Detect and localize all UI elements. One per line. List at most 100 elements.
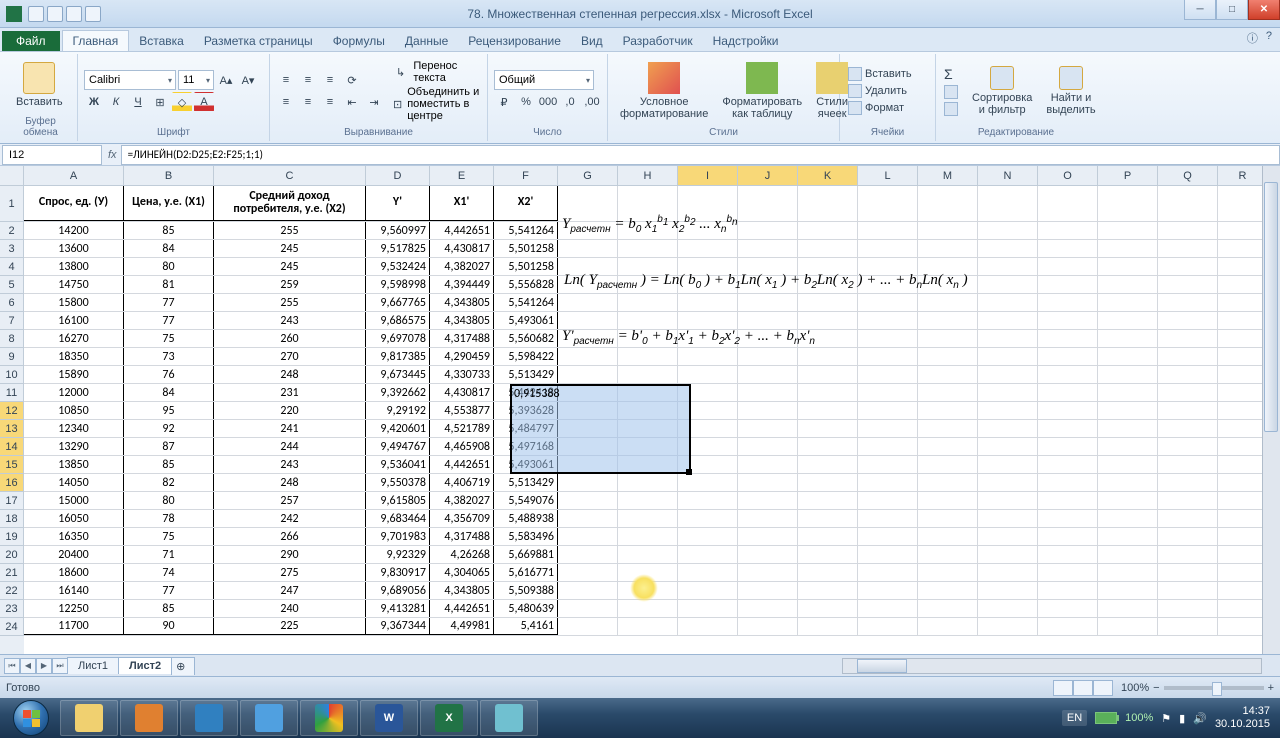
cell[interactable] [1158, 546, 1218, 563]
col-header-E[interactable]: E [430, 166, 494, 185]
cell[interactable] [918, 420, 978, 437]
cell[interactable] [1038, 492, 1098, 509]
formula-bar[interactable]: =ЛИНЕЙН(D2:D25;E2:F25;1;1) [121, 145, 1280, 165]
cell[interactable]: 4,430817 [430, 384, 494, 401]
cell[interactable] [798, 546, 858, 563]
cell[interactable]: 5,509388 [494, 582, 558, 599]
cell[interactable]: 4,343805 [430, 312, 494, 329]
cell[interactable] [978, 564, 1038, 581]
cell[interactable] [1158, 402, 1218, 419]
fx-button[interactable]: fx [108, 149, 117, 161]
cell[interactable] [1038, 600, 1098, 617]
cell[interactable]: 92 [124, 420, 214, 437]
row-header-13[interactable]: 13 [0, 420, 24, 438]
cell[interactable]: 85 [124, 222, 214, 239]
cell[interactable]: 11700 [24, 618, 124, 635]
cell[interactable] [918, 618, 978, 635]
col-header-D[interactable]: D [366, 166, 430, 185]
cell[interactable] [798, 312, 858, 329]
tray-language[interactable]: EN [1062, 710, 1087, 726]
col-header-N[interactable]: N [978, 166, 1038, 185]
cell[interactable] [1218, 492, 1268, 509]
cell[interactable] [918, 330, 978, 347]
worksheet-grid[interactable]: 123456789101112131415161718192021222324 … [0, 166, 1280, 654]
cell[interactable]: 9,29192 [366, 402, 430, 419]
cell[interactable] [738, 366, 798, 383]
cell[interactable]: 270 [214, 348, 366, 365]
cell[interactable]: 255 [214, 294, 366, 311]
cell[interactable]: 243 [214, 312, 366, 329]
cell[interactable]: 245 [214, 240, 366, 257]
cell[interactable] [798, 582, 858, 599]
cell[interactable]: 9,701983 [366, 528, 430, 545]
cell[interactable] [1038, 582, 1098, 599]
cell[interactable]: 12250 [24, 600, 124, 617]
cell[interactable] [798, 600, 858, 617]
cell[interactable]: 16350 [24, 528, 124, 545]
cell[interactable] [918, 312, 978, 329]
vertical-scrollbar[interactable] [1262, 166, 1280, 654]
col-header-C[interactable]: C [214, 166, 366, 185]
cell[interactable]: 245 [214, 258, 366, 275]
cell[interactable] [978, 618, 1038, 635]
cell[interactable]: 240 [214, 600, 366, 617]
cell[interactable] [1158, 366, 1218, 383]
cell-header[interactable] [1038, 186, 1098, 221]
font-color-button[interactable]: A [194, 92, 214, 112]
cell[interactable] [678, 384, 738, 401]
align-bottom-icon[interactable]: ≡ [320, 70, 340, 90]
tray-clock[interactable]: 14:3730.10.2015 [1215, 705, 1270, 731]
cell[interactable] [1098, 618, 1158, 635]
cell[interactable] [1038, 510, 1098, 527]
cell[interactable] [1038, 546, 1098, 563]
sheet-nav-next-icon[interactable]: ▶ [36, 658, 52, 674]
cell[interactable] [1098, 258, 1158, 275]
cell[interactable]: 87 [124, 438, 214, 455]
cell[interactable]: 74 [124, 564, 214, 581]
tab-data[interactable]: Данные [395, 31, 458, 51]
insert-cells-button[interactable]: Вставить [846, 66, 914, 82]
cell[interactable]: 231 [214, 384, 366, 401]
cell[interactable]: 9,615805 [366, 492, 430, 509]
align-left-icon[interactable]: ≡ [276, 92, 296, 112]
cell[interactable] [1218, 546, 1268, 563]
increase-font-icon[interactable]: A▴ [216, 70, 236, 90]
cell[interactable] [1098, 474, 1158, 491]
tab-review[interactable]: Рецензирование [458, 31, 571, 51]
cell[interactable]: 248 [214, 474, 366, 491]
cell[interactable] [918, 510, 978, 527]
cell[interactable]: 255 [214, 222, 366, 239]
cell[interactable]: 4,343805 [430, 582, 494, 599]
cell[interactable] [798, 564, 858, 581]
cell[interactable] [678, 618, 738, 635]
cell[interactable] [618, 474, 678, 491]
cell[interactable] [978, 330, 1038, 347]
cell[interactable] [978, 492, 1038, 509]
cell[interactable]: 85 [124, 600, 214, 617]
cell[interactable] [738, 312, 798, 329]
cell[interactable] [1218, 312, 1268, 329]
cell[interactable] [1038, 294, 1098, 311]
cell[interactable]: 9,673445 [366, 366, 430, 383]
cell[interactable] [858, 402, 918, 419]
cell[interactable] [918, 438, 978, 455]
row-header-21[interactable]: 21 [0, 564, 24, 582]
cell[interactable] [1098, 546, 1158, 563]
cell[interactable]: 5,501258 [494, 240, 558, 257]
cell[interactable] [678, 510, 738, 527]
cell[interactable] [798, 492, 858, 509]
col-header-I[interactable]: I [678, 166, 738, 185]
cell[interactable]: 225 [214, 618, 366, 635]
col-header-O[interactable]: O [1038, 166, 1098, 185]
cell[interactable]: 95 [124, 402, 214, 419]
col-header-L[interactable]: L [858, 166, 918, 185]
task-outlook[interactable] [120, 700, 178, 736]
tray-volume-icon[interactable]: 🔊 [1193, 712, 1207, 725]
cell[interactable] [1098, 402, 1158, 419]
cell[interactable] [618, 618, 678, 635]
cell[interactable] [558, 240, 618, 257]
cell[interactable]: 77 [124, 294, 214, 311]
cell[interactable]: 5,501258 [494, 258, 558, 275]
tab-page-layout[interactable]: Разметка страницы [194, 31, 323, 51]
cell-header[interactable] [1158, 186, 1218, 221]
